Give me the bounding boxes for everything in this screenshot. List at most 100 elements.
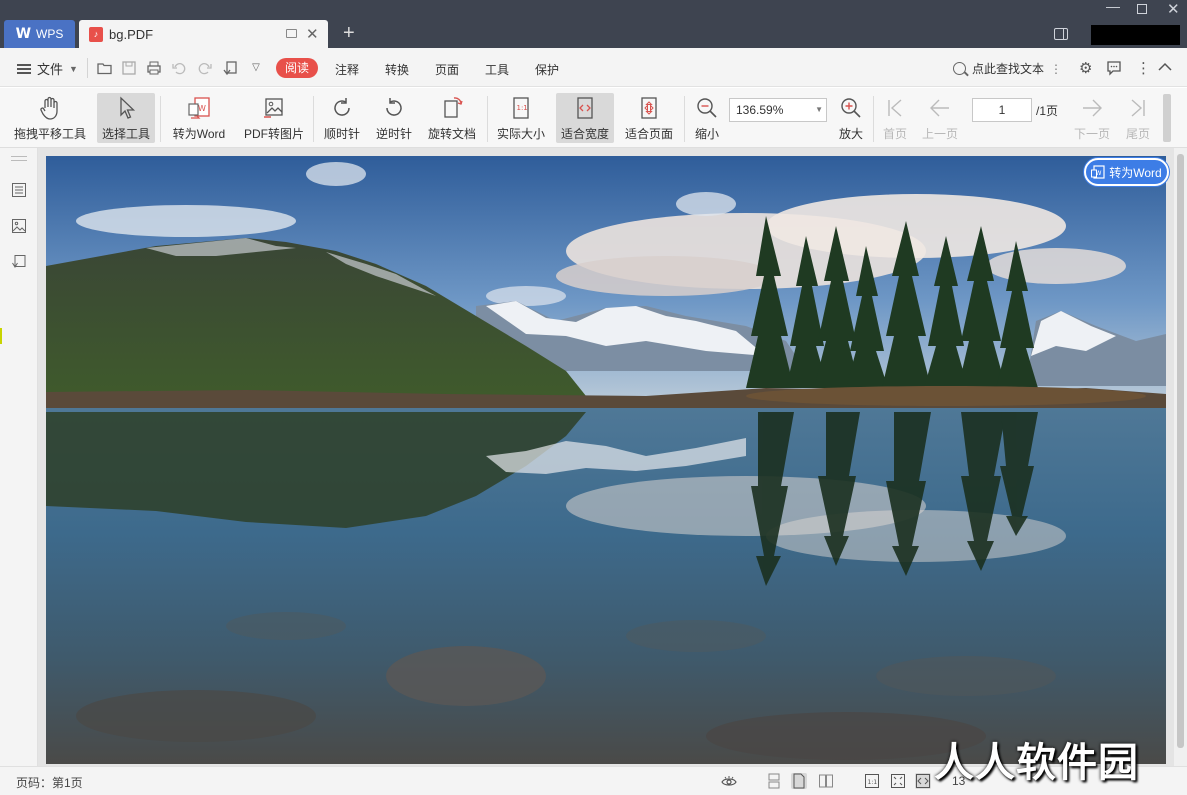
landscape-photo (46, 156, 1166, 764)
menu-annotate[interactable]: 注释 (335, 61, 359, 78)
actual-size-button[interactable]: 1:1 实际大小 (493, 93, 549, 143)
zoom-level-select[interactable]: 136.59% ▼ (729, 98, 827, 122)
continuous-view-icon[interactable] (766, 773, 782, 789)
tab-close-icon[interactable]: ✕ (306, 25, 319, 43)
more-menu-icon[interactable]: ⋮ (1136, 59, 1151, 77)
page-number-input[interactable]: 1 (972, 98, 1032, 122)
divider (87, 58, 88, 78)
tab-wps-home[interactable]: W WPS (4, 20, 75, 48)
first-page-label: 首页 (882, 127, 907, 141)
next-page-button[interactable]: 下一页 (1071, 93, 1113, 143)
fit-page-button[interactable]: 适合页面 (621, 93, 677, 143)
image-convert-icon (264, 98, 283, 118)
divider (684, 96, 685, 142)
first-page-button[interactable]: 首页 (879, 93, 911, 143)
two-page-view-icon[interactable] (818, 773, 834, 789)
next-page-label: 下一页 (1073, 127, 1110, 141)
tab-document-label: bg.PDF (109, 26, 154, 42)
divider (873, 96, 874, 142)
zoom-in-button[interactable]: 放大 (834, 93, 868, 143)
convert-quick-icon[interactable] (222, 60, 238, 76)
rotate-counterclockwise-button[interactable]: 逆时针 (371, 93, 417, 143)
to-word-button[interactable]: W 转为Word (167, 93, 231, 143)
zoom-out-button[interactable]: 缩小 (690, 93, 724, 143)
cursor-arrow-icon (120, 96, 136, 119)
panel-toggle-icon[interactable] (1054, 28, 1068, 40)
to-word-label: 转为Word (172, 127, 226, 141)
find-text-button[interactable]: 点此查找文本 ⋮ (953, 60, 1062, 77)
document-viewer[interactable] (38, 148, 1187, 766)
gear-icon[interactable]: ⚙ (1079, 59, 1092, 77)
last-page-button[interactable]: 尾页 (1122, 93, 1154, 143)
prev-page-button[interactable]: 上一页 (919, 93, 961, 143)
search-icon (953, 62, 966, 75)
pdf-to-image-label: PDF转图片 (243, 127, 304, 141)
rotate-document-button[interactable]: 旋转文档 (424, 93, 480, 143)
tab-restore-icon[interactable] (286, 29, 297, 38)
menu-convert[interactable]: 转换 (385, 61, 409, 78)
divider (313, 96, 314, 142)
divider (160, 96, 161, 142)
vertical-scrollbar[interactable] (1174, 148, 1187, 766)
rotate-clockwise-button[interactable]: 顺时针 (319, 93, 365, 143)
sidebar-grip-icon[interactable] (11, 156, 27, 161)
page-total: /1页 (1036, 104, 1059, 118)
pdf-icon: ♪ (89, 26, 103, 42)
tab-wps-label: WPS (36, 27, 64, 41)
menu-read[interactable]: 阅读 (276, 58, 318, 78)
redo-icon[interactable] (197, 60, 213, 76)
convert-sidebar-icon[interactable] (11, 254, 27, 270)
comment-icon[interactable] (1106, 60, 1122, 76)
chevron-down-icon: ▼ (69, 63, 78, 74)
window-close-icon[interactable]: ✕ (1167, 0, 1180, 18)
menu-page[interactable]: 页面 (435, 61, 459, 78)
quick-access-dropdown-icon[interactable]: ▽ (248, 60, 264, 76)
file-menu-label: 文件 (37, 62, 64, 77)
menu-bar: 文件 ▼ ▽ 阅读 注释 转换 页面 工具 保护 点此查找文本 ⋮ ⚙ ⋮ (0, 48, 1187, 87)
hamburger-icon (17, 63, 31, 74)
prev-page-label: 上一页 (921, 127, 958, 141)
minimize-icon[interactable]: — (1106, 0, 1120, 14)
maximize-icon[interactable] (1137, 4, 1147, 14)
floating-to-word-button[interactable]: W 转为Word (1084, 158, 1169, 186)
pdf-page[interactable] (46, 156, 1166, 764)
fit-width-status-icon[interactable] (915, 773, 931, 789)
eye-icon[interactable] (721, 773, 737, 789)
watermark-text: 人人软件园 (934, 740, 1139, 786)
actual-size-icon: 1:1 (513, 97, 529, 119)
save-icon[interactable] (121, 60, 137, 76)
select-tool-button[interactable]: 选择工具 (97, 93, 155, 143)
first-page-icon (888, 99, 902, 117)
select-tool-label: 选择工具 (101, 127, 150, 141)
file-menu[interactable]: 文件 ▼ (17, 59, 78, 78)
menu-tools[interactable]: 工具 (485, 61, 509, 78)
fit-width-button[interactable]: 适合宽度 (556, 93, 614, 143)
new-tab-button[interactable]: + (343, 22, 355, 45)
toolbar-scroll-handle[interactable] (1163, 94, 1171, 142)
tab-document[interactable]: ♪ bg.PDF ✕ (79, 20, 328, 48)
actual-size-label: 实际大小 (496, 127, 545, 141)
hand-tool-button[interactable]: 拖拽平移工具 (10, 93, 90, 143)
floating-to-word-label: 转为Word (1109, 165, 1162, 180)
open-folder-icon[interactable] (97, 60, 113, 76)
more-vertical-icon: ⋮ (1050, 61, 1063, 76)
zoom-in-label: 放大 (838, 127, 863, 141)
print-icon[interactable] (146, 60, 162, 76)
fit-page-status-icon[interactable] (890, 773, 906, 789)
find-text-label: 点此查找文本 (972, 62, 1045, 76)
arrow-left-icon (930, 99, 949, 117)
outline-icon[interactable] (11, 182, 27, 198)
account-area[interactable] (1091, 25, 1180, 45)
undo-icon[interactable] (171, 60, 187, 76)
thumbnail-image-icon[interactable] (11, 218, 27, 234)
fit-page-label: 适合页面 (624, 127, 673, 141)
single-page-view-icon[interactable] (791, 773, 807, 789)
menu-protect[interactable]: 保护 (535, 61, 559, 78)
fit-width-label: 适合宽度 (560, 127, 609, 141)
collapse-ribbon-icon[interactable] (1158, 62, 1172, 72)
actual-size-status-icon[interactable]: 1:1 (864, 773, 880, 789)
arrow-right-icon (1083, 99, 1102, 117)
left-sidebar (0, 148, 38, 766)
scrollbar-thumb[interactable] (1177, 154, 1184, 748)
pdf-to-image-button[interactable]: PDF转图片 (240, 93, 308, 143)
